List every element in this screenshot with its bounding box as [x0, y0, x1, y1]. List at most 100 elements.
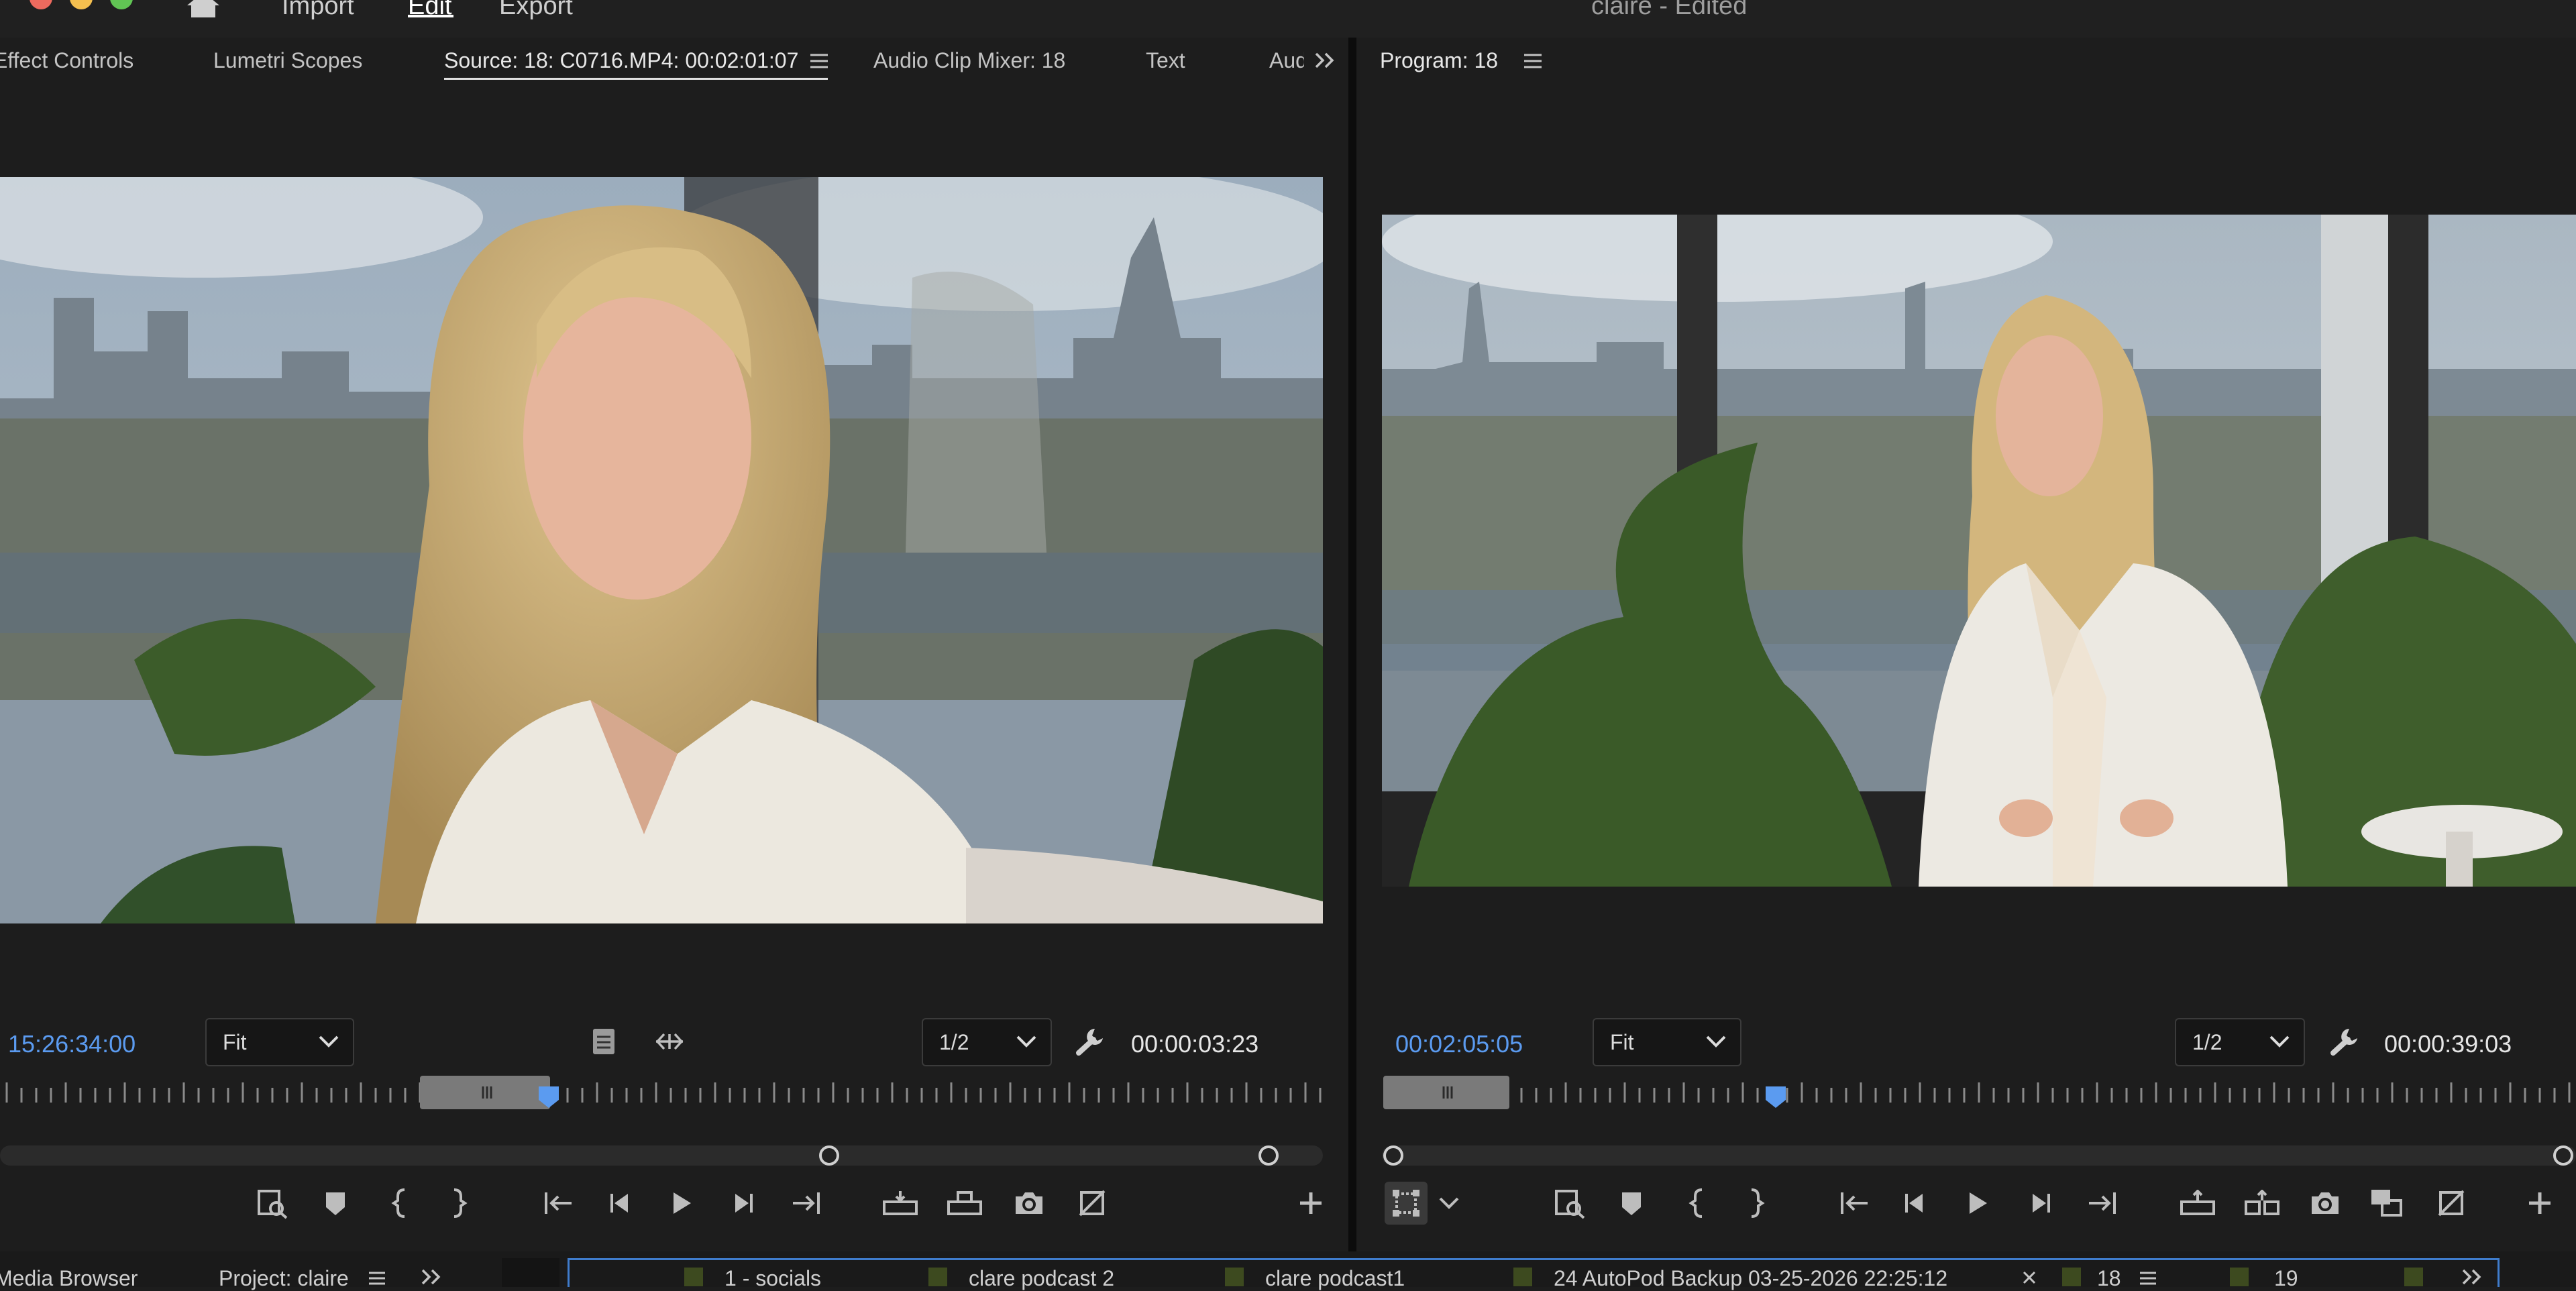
- step-forward-icon[interactable]: [722, 1183, 762, 1223]
- program-export-frame-camera-icon[interactable]: [2305, 1183, 2345, 1223]
- tab-audio-truncated[interactable]: Aud: [1269, 48, 1304, 73]
- program-video-frame[interactable]: [1382, 215, 2576, 887]
- tab-program-monitor[interactable]: Program: 18: [1380, 48, 1498, 73]
- home-icon[interactable]: [184, 0, 222, 21]
- source-current-timecode[interactable]: 15:26:34:00: [8, 1030, 136, 1058]
- program-resolution-dropdown[interactable]: 1/2: [2175, 1018, 2305, 1066]
- source-playhead[interactable]: [537, 1085, 560, 1113]
- tab-media-browser[interactable]: Media Browser: [0, 1266, 138, 1291]
- program-time-ruler[interactable]: [1382, 1074, 2576, 1115]
- sequence-color-chip: [684, 1268, 703, 1286]
- tab-project[interactable]: Project: claire: [219, 1266, 349, 1291]
- program-step-forward-icon[interactable]: [2019, 1183, 2059, 1223]
- panel-menu-icon[interactable]: [809, 52, 829, 73]
- add-button-icon[interactable]: [1291, 1183, 1331, 1223]
- program-current-timecode[interactable]: 00:02:05:05: [1395, 1030, 1523, 1058]
- go-to-in-icon[interactable]: [538, 1183, 578, 1223]
- export-frame-camera-icon[interactable]: [1009, 1183, 1049, 1223]
- close-window-button[interactable]: [30, 0, 52, 9]
- safe-margins-icon[interactable]: [590, 1027, 617, 1059]
- program-add-marker-icon[interactable]: [1611, 1183, 1652, 1223]
- insert-icon[interactable]: [880, 1183, 920, 1223]
- multicam-icon[interactable]: [1072, 1183, 1112, 1223]
- minimize-window-button[interactable]: [70, 0, 93, 9]
- timeline-tabs-strip: [568, 1258, 2500, 1287]
- program-go-to-out-icon[interactable]: [2082, 1183, 2123, 1223]
- source-video-frame[interactable]: [0, 177, 1323, 923]
- program-multicam-icon[interactable]: [2431, 1183, 2471, 1223]
- add-marker-search-icon[interactable]: [252, 1183, 292, 1223]
- step-back-icon[interactable]: [601, 1183, 641, 1223]
- sequence-tab-clare-podcast1[interactable]: clare podcast1: [1265, 1266, 1405, 1291]
- tab-effect-controls[interactable]: Effect Controls: [0, 48, 133, 73]
- chevron-down-icon: [1016, 1035, 1036, 1048]
- sequence-color-chip: [1513, 1268, 1532, 1286]
- source-zoom-dropdown[interactable]: Fit: [205, 1018, 354, 1066]
- sequence-tab-clare-podcast-2[interactable]: clare podcast 2: [969, 1266, 1114, 1291]
- sequence-tab-18[interactable]: 18: [2097, 1266, 2121, 1291]
- program-step-back-icon[interactable]: [1896, 1183, 1936, 1223]
- overwrite-icon[interactable]: [945, 1183, 985, 1223]
- go-to-out-icon[interactable]: [786, 1183, 826, 1223]
- program-duration: 00:00:39:03: [2384, 1030, 2512, 1058]
- source-scroll-handle-right[interactable]: [1258, 1145, 1279, 1166]
- panel-divider[interactable]: [1348, 38, 1356, 1251]
- tab-lumetri-scopes[interactable]: Lumetri Scopes: [213, 48, 362, 73]
- source-zoom-value: Fit: [223, 1030, 247, 1054]
- source-zoom-scrollbar[interactable]: [0, 1145, 1323, 1166]
- menu-export[interactable]: Export: [499, 0, 573, 21]
- program-scroll-handle-left[interactable]: [1383, 1145, 1403, 1166]
- program-mark-in-icon[interactable]: [1678, 1183, 1719, 1223]
- program-panel-menu-icon[interactable]: [1523, 52, 1543, 73]
- source-scroll-handle-left[interactable]: [819, 1145, 839, 1166]
- program-zoom-dropdown[interactable]: Fit: [1593, 1018, 1741, 1066]
- project-overflow-chevrons-icon[interactable]: [420, 1268, 443, 1290]
- close-tab-icon[interactable]: [2022, 1270, 2037, 1288]
- timeline-tools-area: [502, 1258, 559, 1287]
- insert-overlay-icon[interactable]: [655, 1031, 684, 1055]
- zoom-window-button[interactable]: [110, 0, 133, 9]
- sequence-tab-socials[interactable]: 1 - socials: [724, 1266, 821, 1291]
- chevron-down-icon: [2269, 1035, 2290, 1048]
- window-title: claire - Edited: [1591, 0, 1748, 20]
- program-mark-out-icon[interactable]: [1735, 1183, 1775, 1223]
- sequence-color-chip: [2062, 1268, 2081, 1286]
- comparison-view-icon[interactable]: [2367, 1183, 2407, 1223]
- program-wrench-icon[interactable]: [2329, 1026, 2360, 1060]
- source-duration: 00:00:03:23: [1131, 1030, 1259, 1058]
- source-resolution-dropdown[interactable]: 1/2: [922, 1018, 1052, 1066]
- transform-overlay-icon[interactable]: [1385, 1182, 1428, 1225]
- sequence-tab-19[interactable]: 19: [2274, 1266, 2298, 1291]
- menu-import[interactable]: Import: [282, 0, 354, 21]
- overflow-chevrons-icon[interactable]: [1313, 51, 1336, 73]
- tab-audio-clip-mixer[interactable]: Audio Clip Mixer: 18: [873, 48, 1065, 73]
- sequence-tab-autopod-backup[interactable]: 24 AutoPod Backup 03-25-2026 22:25:12: [1554, 1266, 1947, 1291]
- source-in-out-range[interactable]: [420, 1076, 550, 1109]
- add-marker-icon[interactable]: [315, 1183, 356, 1223]
- chevron-down-icon: [319, 1035, 339, 1048]
- play-icon[interactable]: [661, 1183, 702, 1223]
- program-playhead[interactable]: [1764, 1085, 1787, 1113]
- sequence-color-chip: [2230, 1268, 2249, 1286]
- chevron-down-icon[interactable]: [1429, 1183, 1469, 1223]
- timeline-overflow-chevrons-icon[interactable]: [2461, 1268, 2483, 1290]
- source-time-ruler[interactable]: [0, 1074, 1323, 1115]
- program-go-to-in-icon[interactable]: [1834, 1183, 1874, 1223]
- sequence-color-chip: [928, 1268, 947, 1286]
- lift-icon[interactable]: [2178, 1183, 2218, 1223]
- program-zoom-scrollbar[interactable]: [1382, 1145, 2576, 1166]
- program-play-icon[interactable]: [1957, 1183, 1998, 1223]
- program-scroll-handle-right[interactable]: [2553, 1145, 2573, 1166]
- program-add-button-icon[interactable]: [2520, 1183, 2560, 1223]
- program-toggle-group: [1385, 1182, 1472, 1225]
- wrench-icon[interactable]: [1075, 1026, 1106, 1060]
- program-add-marker-search-icon[interactable]: [1550, 1183, 1590, 1223]
- tab-text[interactable]: Text: [1146, 48, 1185, 73]
- chevron-down-icon: [1706, 1035, 1726, 1048]
- menu-edit[interactable]: Edit: [408, 0, 451, 21]
- mark-in-icon[interactable]: [381, 1183, 421, 1223]
- extract-icon[interactable]: [2242, 1183, 2282, 1223]
- mark-out-icon[interactable]: [437, 1183, 478, 1223]
- program-in-out-range[interactable]: [1383, 1076, 1509, 1109]
- tab-source-monitor[interactable]: Source: 18: C0716.MP4: 00:02:01:07: [444, 48, 798, 73]
